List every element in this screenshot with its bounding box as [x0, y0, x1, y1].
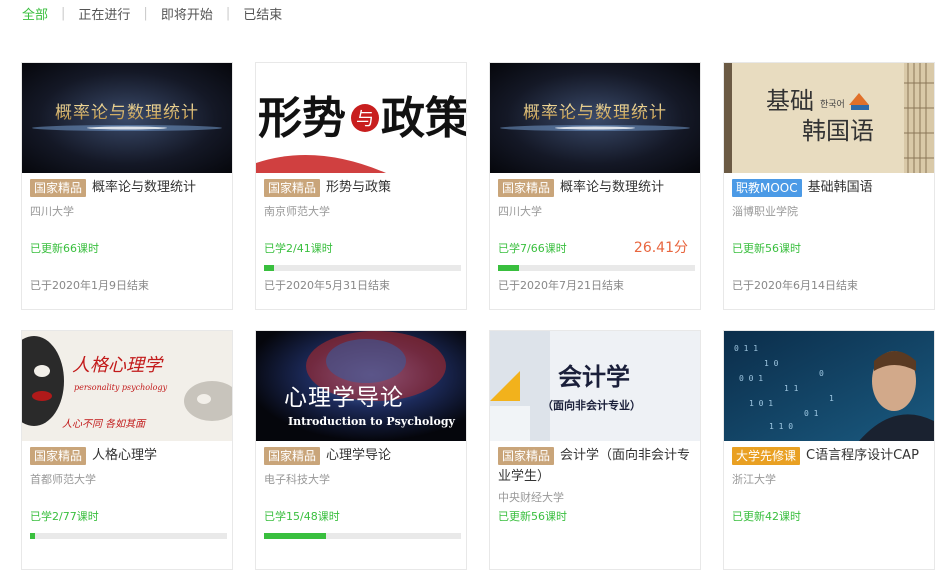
svg-text:0: 0 — [819, 369, 824, 378]
end-date: 已于2020年5月31日结束 — [264, 279, 390, 292]
badge-national: 国家精品 — [264, 179, 321, 197]
svg-text:0 1 1: 0 1 1 — [734, 344, 758, 353]
thumbnail-subtitle: 한국어 — [820, 99, 845, 110]
progress-text: 已更新56课时 — [732, 242, 801, 255]
badge-national: 国家精品 — [498, 447, 555, 465]
badge-national: 国家精品 — [30, 447, 87, 465]
tab-all[interactable]: 全部 — [22, 4, 48, 23]
course-thumbnail[interactable]: 心理学导论 Introduction to Psychology — [256, 331, 466, 441]
thumbnail-title: 与 — [356, 109, 374, 130]
svg-text:1 0: 1 0 — [764, 359, 779, 368]
progress-text: 已学2/41课时 — [264, 242, 333, 255]
badge-national: 国家精品 — [498, 179, 555, 197]
progress-bar — [30, 533, 227, 539]
university-name: 四川大学 — [30, 205, 74, 218]
course-title[interactable]: 基础韩国语 — [808, 180, 873, 195]
end-date: 已于2020年7月21日结束 — [498, 279, 624, 292]
course-card[interactable]: 概率论与数理统计 国家精品 概率论与数理统计 四川大学 已学7/66课时 26.4… — [489, 62, 701, 310]
tab-ended[interactable]: 已结束 — [243, 4, 282, 23]
thumbnail-title: 韩国语 — [802, 117, 874, 145]
university-name: 首都师范大学 — [30, 473, 96, 486]
progress-text: 已更新56课时 — [498, 510, 567, 523]
course-thumbnail[interactable]: 会计学 （面向非会计专业） — [490, 331, 700, 441]
thumbnail-subtitle: Introduction to Psychology — [288, 415, 456, 428]
tab-ongoing[interactable]: 正在进行 — [78, 4, 130, 23]
badge-preparatory: 大学先修课 — [732, 447, 801, 465]
course-card[interactable]: 概率论与数理统计 国家精品 概率论与数理统计 四川大学 已更新66课时 已于202… — [21, 62, 233, 310]
thumbnail-subtitle: （面向非会计专业） — [542, 398, 641, 412]
university-name: 淄博职业学院 — [732, 205, 798, 218]
progress-text: 已更新66课时 — [30, 242, 99, 255]
thumbnail-title: 心理学导论 — [284, 385, 404, 411]
course-card[interactable]: 0 1 1 1 00 0 1 1 1 1 0 1 0 1 1 1 0 0 1 大学先修课 C… — [723, 330, 935, 570]
course-thumbnail[interactable]: 0 1 1 1 00 0 1 1 1 1 0 1 0 1 1 1 0 0 1 — [724, 331, 934, 441]
progress-bar-fill — [264, 533, 326, 539]
course-title[interactable]: 人格心理学 — [92, 448, 157, 463]
thumbnail-title: 人格心理学 — [72, 355, 164, 376]
end-date: 已于2020年1月9日结束 — [30, 279, 149, 292]
course-title[interactable]: 心理学导论 — [326, 448, 391, 463]
badge-national: 国家精品 — [264, 447, 321, 465]
tab-divider: | — [61, 5, 66, 21]
course-filter-tabs: 全部 | 正在进行 | 即将开始 | 已结束 — [22, 4, 282, 23]
thumbnail-title: 政策 — [381, 93, 466, 144]
svg-text:1 1 0: 1 1 0 — [769, 422, 793, 431]
badge-vocational: 职教MOOC — [732, 179, 802, 197]
course-card[interactable]: 形势 与 政策 国家精品 形势与政策 南京师范大学 已学2/41课时 已于2020… — [255, 62, 467, 310]
progress-bar — [264, 265, 461, 271]
progress-text: 已学15/48课时 — [264, 510, 340, 523]
progress-bar-fill — [264, 265, 274, 271]
progress-text: 已学7/66课时 — [498, 242, 567, 255]
course-thumbnail[interactable]: 基础 한국어 韩国语 — [724, 63, 934, 173]
course-title[interactable]: 形势与政策 — [326, 180, 391, 195]
thumbnail-subtitle: 人心不同 各如其面 — [62, 418, 147, 430]
badge-national: 国家精品 — [30, 179, 87, 197]
progress-text: 已学2/77课时 — [30, 510, 99, 523]
university-name: 中央财经大学 — [498, 491, 564, 504]
score: 26.41分 — [633, 240, 688, 256]
svg-text:0 0 1: 0 0 1 — [739, 374, 763, 383]
course-title[interactable]: 概率论与数理统计 — [560, 180, 664, 195]
thumbnail-title: 形势 — [258, 93, 346, 144]
course-card[interactable]: 会计学 （面向非会计专业） 国家精品 会计学（面向非会计专业学生） 中央财经大学 … — [489, 330, 701, 570]
course-thumbnail[interactable]: 概率论与数理统计 — [490, 63, 700, 173]
course-title[interactable]: C语言程序设计CAP — [806, 448, 919, 463]
tab-divider: | — [143, 5, 148, 21]
svg-text:1: 1 — [829, 394, 834, 403]
university-name: 南京师范大学 — [264, 205, 330, 218]
course-thumbnail[interactable]: 人格心理学 personality psychology 人心不同 各如其面 — [22, 331, 232, 441]
progress-bar-fill — [498, 265, 519, 271]
progress-bar — [264, 533, 461, 539]
course-title[interactable]: 概率论与数理统计 — [92, 180, 196, 195]
university-name: 电子科技大学 — [264, 473, 330, 486]
course-card[interactable]: 人格心理学 personality psychology 人心不同 各如其面 国… — [21, 330, 233, 570]
thumbnail-subtitle: personality psychology — [74, 383, 168, 392]
thumbnail-title: 概率论与数理统计 — [55, 103, 199, 123]
thumbnail-title: 基础 — [766, 87, 814, 115]
thumbnail-title: 会计学 — [558, 363, 630, 391]
course-thumbnail[interactable]: 形势 与 政策 — [256, 63, 466, 173]
progress-bar — [498, 265, 695, 271]
thumbnail-title: 概率论与数理统计 — [523, 103, 667, 123]
svg-text:1 1: 1 1 — [784, 384, 799, 393]
progress-bar-fill — [30, 533, 36, 539]
svg-text:1 0 1: 1 0 1 — [749, 399, 773, 408]
university-name: 浙江大学 — [732, 473, 776, 486]
tab-divider: | — [225, 5, 231, 21]
svg-text:0 1: 0 1 — [804, 409, 819, 418]
tab-upcoming[interactable]: 即将开始 — [161, 4, 213, 23]
course-card[interactable]: 心理学导论 Introduction to Psychology 国家精品 心理学… — [255, 330, 467, 570]
end-date: 已于2020年6月14日结束 — [732, 279, 858, 292]
progress-text: 已更新42课时 — [732, 510, 801, 523]
course-thumbnail[interactable]: 概率论与数理统计 — [22, 63, 232, 173]
university-name: 四川大学 — [498, 205, 542, 218]
course-card[interactable]: 基础 한국어 韩国语 职教MOOC 基础韩国语 淄博职业学院 已更新56课时 已于… — [723, 62, 935, 310]
